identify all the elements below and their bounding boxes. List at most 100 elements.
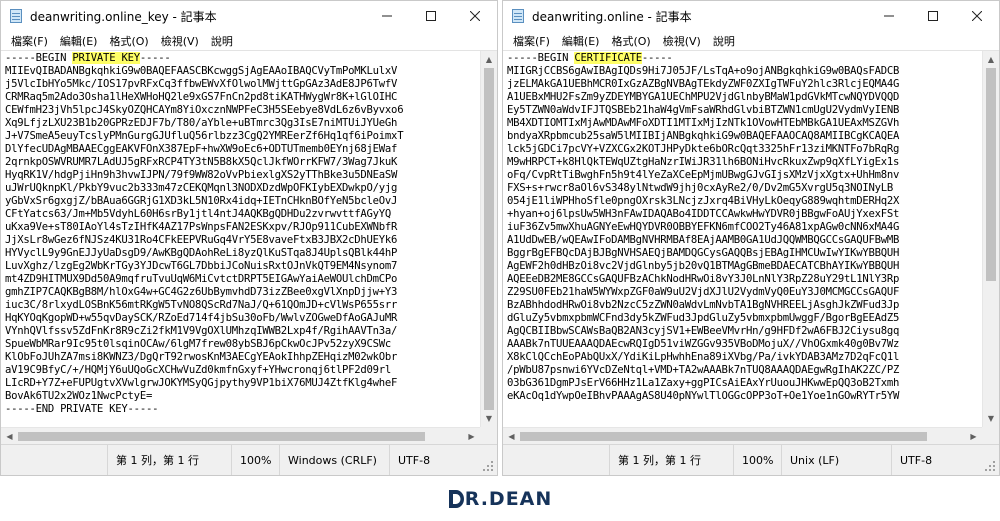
- text-line: lck5jGDCi7pcVY+VZXCGx2KOTJHPyDkte6bORcQq…: [507, 143, 900, 155]
- vertical-scroll-thumb[interactable]: [484, 68, 494, 410]
- text-line: iuc3C/8rlxydLOSBnK56mtRKgW5TvNO8QScRd7Na…: [5, 299, 398, 311]
- text-line: AAABk7nTUUEAAAQDAEcwRQIgD51viWZGGv935VBo…: [507, 338, 900, 350]
- menu-format[interactable]: 格式(O): [103, 33, 154, 49]
- header-suffix: -----: [139, 52, 171, 64]
- text-line: J+V7SmeA5euyTcslyPMnGurgGJUfluQ56rlbzz3C…: [5, 130, 404, 142]
- close-button[interactable]: [955, 1, 999, 31]
- text-line: BovAk6TU2x2WOz1NwcPctyE=: [5, 390, 153, 402]
- title-bar[interactable]: deanwriting.online_key - 記事本: [1, 1, 497, 31]
- text-line: 054jE1liWPHhoSfle0pngOXrsk3LNcjzJxrq4BiV…: [507, 195, 900, 207]
- editor: -----BEGIN PRIVATE KEY----- MIIEvQIBADAN…: [1, 50, 497, 444]
- close-button[interactable]: [453, 1, 497, 31]
- text-line: aV19C9BfyC/+/HQMjY6uUQoGcXCHwVuZd0kmfnGx…: [5, 364, 392, 376]
- maximize-icon: [426, 11, 436, 21]
- text-line: JjXsLr8wGez6fNJSz4KU31Ro4CFkEEPVRuGq4VrY…: [5, 234, 398, 246]
- text-line: M9wHRPCT+k8HlQkTEWqUZtgHaNzrIWiJR31lh6BO…: [507, 156, 900, 168]
- status-zoom: 100%: [733, 445, 781, 475]
- menu-view[interactable]: 檢視(V): [155, 33, 205, 49]
- header-suffix: -----: [641, 52, 673, 64]
- horizontal-scroll-thumb[interactable]: [18, 432, 425, 441]
- text-line: jzELMAkGA1UEBhMCR0IxGzAZBgNVBAgTEkdyZWF0…: [507, 78, 900, 90]
- status-bar: 第 1 列，第 1 行 100% Windows (CRLF) UTF-8: [1, 444, 497, 475]
- scroll-right-arrow-icon[interactable]: ▶: [463, 428, 480, 444]
- menu-file[interactable]: 檔案(F): [5, 33, 54, 49]
- scroll-right-arrow-icon[interactable]: ▶: [965, 428, 982, 444]
- menu-bar: 檔案(F) 編輯(E) 格式(O) 檢視(V) 說明: [503, 31, 999, 50]
- scroll-left-arrow-icon[interactable]: ◀: [1, 428, 18, 444]
- horizontal-scrollbar[interactable]: ◀ ▶: [503, 427, 982, 444]
- menu-help[interactable]: 說明: [707, 33, 741, 49]
- maximize-button[interactable]: [911, 1, 955, 31]
- scroll-down-arrow-icon[interactable]: ▼: [481, 410, 497, 427]
- text-line: iuF36Zv5mwXhuAGNYeEwHQYDVR0OBBYEFKN6mfCO…: [507, 221, 900, 233]
- maximize-icon: [928, 11, 938, 21]
- text-line: KlObFoJUhZA7msi8KWNZ3/DgQrT92rwosKnM3AEC…: [5, 351, 398, 363]
- text-line: bndyaXRpbmcub25saW5lMIIBIjANBgkqhkiG9w0B…: [507, 130, 900, 142]
- maximize-button[interactable]: [409, 1, 453, 31]
- menu-edit[interactable]: 編輯(E): [556, 33, 606, 49]
- text-line: MIIGRjCCBS6gAwIBAgIQDs9Hi7J05JF/LsTqA+o9…: [507, 65, 900, 77]
- text-line: A1UEBxMHU2FsZm9yZDEYMBYGA1UEChMPU2VjdGln…: [507, 91, 900, 103]
- text-line: mt4ZD9HITMUX9Dd50A9mqfruTvuUqW6MiCvtctDR…: [5, 273, 398, 285]
- notepad-window-private-key[interactable]: deanwriting.online_key - 記事本 檔案(F) 編輯(E)…: [0, 0, 498, 476]
- window-title: deanwriting.online - 記事本: [532, 9, 692, 24]
- resize-grip-icon[interactable]: [983, 459, 997, 473]
- horizontal-scroll-thumb[interactable]: [520, 432, 927, 441]
- horizontal-scrollbar[interactable]: ◀ ▶: [1, 427, 480, 444]
- menu-help[interactable]: 說明: [205, 33, 239, 49]
- menu-view[interactable]: 檢視(V): [657, 33, 707, 49]
- status-cursor-position: 第 1 列，第 1 行: [107, 445, 231, 475]
- menu-format[interactable]: 格式(O): [605, 33, 656, 49]
- text-line: dGluZy5vbmxpbmWCFnd3dy5kZWFud3JpdGluZy5v…: [507, 312, 900, 324]
- minimize-button[interactable]: [365, 1, 409, 31]
- notepad-window-certificate[interactable]: deanwriting.online - 記事本 檔案(F) 編輯(E) 格式(…: [502, 0, 1000, 476]
- text-area[interactable]: -----BEGIN PRIVATE KEY----- MIIEvQIBADAN…: [1, 51, 480, 427]
- scroll-up-arrow-icon[interactable]: ▲: [481, 51, 497, 68]
- text-line: uJWrUQknpKl/PkbY9vuc2b333m47zCEKQMqnl3NO…: [5, 182, 398, 194]
- vertical-scrollbar[interactable]: ▲ ▼: [982, 51, 999, 427]
- status-encoding: UTF-8: [891, 445, 981, 475]
- notepad-app-icon[interactable]: [8, 8, 24, 24]
- scrollbar-corner: [480, 427, 497, 444]
- text-line: gmhZIP7CAQKBgB8M/hlOxG4w+GC4G2z6UbBymvhd…: [5, 286, 398, 298]
- dr-dean-logo-mark-icon: [448, 490, 464, 508]
- menu-file[interactable]: 檔案(F): [507, 33, 556, 49]
- text-line: CRMRaq5m2Ado3Osha1lHeXWHoHQ2le9xGS7FnCn2…: [5, 91, 398, 103]
- minimize-icon: [382, 15, 392, 17]
- minimize-button[interactable]: [867, 1, 911, 31]
- text-line: -----END PRIVATE KEY-----: [5, 403, 159, 415]
- text-line: SpueWbMRar9Ic95t0lsqinOCAw/6lgM7frew08yb…: [5, 338, 392, 350]
- menu-edit[interactable]: 編輯(E): [54, 33, 104, 49]
- text-line: uKxa9Ve+sT80IAoYl4sTzIHfK4AZ17PsWnpsFAN2…: [5, 221, 398, 233]
- text-line: Ey5TZWN0aWdvIFJTQSBEb21haW4gVmFsaWRhdGlv…: [507, 104, 900, 116]
- text-line: CFtYatcs63/Jm+Mb5VdyhL60H6srBy1jtl4ntJ4A…: [5, 208, 392, 220]
- text-line: A1UdDwEB/wQEAwIFoDAMBgNVHRMBAf8EAjAAMB0G…: [507, 234, 900, 246]
- editor: -----BEGIN CERTIFICATE----- MIIGRjCCBS6g…: [503, 50, 999, 444]
- status-zoom: 100%: [231, 445, 279, 475]
- scrollbar-corner: [982, 427, 999, 444]
- text-line: AgEWF2h0dHBzOi8vc2VjdGlnby5jb20vQ1BTMAgG…: [507, 260, 900, 272]
- scroll-up-arrow-icon[interactable]: ▲: [983, 51, 999, 68]
- resize-grip-icon[interactable]: [481, 459, 495, 473]
- menu-bar: 檔案(F) 編輯(E) 格式(O) 檢視(V) 說明: [1, 31, 497, 50]
- text-line: j5VlcIbHYo5Mkc/IOS17pvRFxCq3ffbwEWvXfOlw…: [5, 78, 398, 90]
- text-line: Z29SU0FEb21haW5WYWxpZGF0aW9uU2VjdXJlU2Vy…: [507, 286, 900, 298]
- text-area[interactable]: -----BEGIN CERTIFICATE----- MIIGRjCCBS6g…: [503, 51, 982, 427]
- text-line: MIIEvQIBADANBgkqhkiG9w0BAQEFAASCBKcwggSj…: [5, 65, 398, 77]
- close-icon: [972, 11, 982, 21]
- text-line: CEWfmH23jVh5lpcJ4SkyOZQHCAYm8YiOxcznNWPF…: [5, 104, 404, 116]
- text-line: VYnhQVlfssv5ZdFnKr8R9cZi2fkM1V9VgOXlUMhz…: [5, 325, 398, 337]
- text-line: eKAcOq1dYwpOeIBhvPAAAgAS8U40pNYwlTlOGGcO…: [507, 390, 900, 402]
- scroll-left-arrow-icon[interactable]: ◀: [503, 428, 520, 444]
- scroll-down-arrow-icon[interactable]: ▼: [983, 410, 999, 427]
- notepad-app-icon[interactable]: [510, 8, 526, 24]
- text-line: MB4XDTIOMTIxMjAwMDAwMFoXDTI1MTIxMjIzNTk1…: [507, 117, 900, 129]
- text-line: FXS+s+rwcr8aOl6vS348ylNtwdW9jhj0cxAyRe2/…: [507, 182, 894, 194]
- text-line: oFq/CvpRtTiBwghFn5h9t4lYeZaXCeEpMjmUBwgG…: [507, 169, 900, 181]
- vertical-scroll-thumb[interactable]: [986, 68, 996, 282]
- status-cursor-position: 第 1 列，第 1 行: [609, 445, 733, 475]
- vertical-scrollbar[interactable]: ▲ ▼: [480, 51, 497, 427]
- title-bar[interactable]: deanwriting.online - 記事本: [503, 1, 999, 31]
- status-bar: 第 1 列，第 1 行 100% Unix (LF) UTF-8: [503, 444, 999, 475]
- text-line: LuvXghz/lzgEg2WbKrTGy3YJDcwT6GL7DbbiJCoN…: [5, 260, 398, 272]
